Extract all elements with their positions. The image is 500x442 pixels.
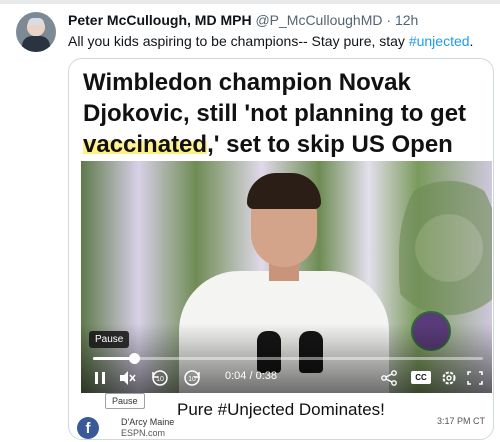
avatar[interactable] — [16, 12, 56, 52]
pause-button[interactable] — [93, 367, 109, 389]
avatar-suit — [22, 36, 50, 52]
forward-10-icon: 10 — [184, 370, 200, 386]
rewind-seconds: 10 — [156, 376, 164, 383]
facebook-icon[interactable]: f — [77, 417, 99, 439]
forward-seconds: 10 — [188, 376, 196, 383]
pause-icon — [95, 372, 105, 384]
pause-bubble: Pause — [105, 393, 145, 409]
hashtag-link[interactable]: #unjected — [409, 33, 470, 49]
video-player[interactable]: Pause 10 10 0:04 / 0:38 CC — [81, 161, 492, 393]
tweet-header: Peter McCullough, MD MPH @P_McCulloughMD… — [68, 12, 418, 28]
settings-button[interactable] — [439, 367, 459, 389]
media-card[interactable]: Wimbledon champion Novak Djokovic, still… — [68, 58, 494, 440]
tweet-text-after: . — [469, 33, 474, 49]
rewind-10-button[interactable]: 10 — [149, 367, 171, 389]
fullscreen-button[interactable] — [465, 367, 485, 389]
settings-icon — [442, 371, 456, 385]
share-button[interactable] — [379, 367, 399, 389]
progress-bar[interactable] — [93, 353, 483, 364]
top-border — [0, 0, 500, 4]
article-timestamp: 3:17 PM CT — [436, 416, 485, 426]
headline-highlight: vaccinated — [83, 131, 208, 158]
author-name[interactable]: Peter McCullough, MD MPH — [68, 12, 252, 28]
progress-knob[interactable] — [128, 353, 140, 364]
share-icon — [381, 370, 397, 386]
video-controls: 10 10 0:04 / 0:38 CC — [81, 365, 492, 391]
pause-tooltip: Pause — [89, 331, 130, 348]
card-headline: Wimbledon champion Novak Djokovic, still… — [83, 67, 483, 160]
cc-button[interactable]: CC — [411, 371, 431, 384]
headline-part-2: ,' set to skip US Open — [207, 131, 453, 158]
avatar-hair — [28, 18, 44, 25]
card-caption: Pure #Unjected Dominates! — [177, 400, 385, 419]
tweet-time[interactable]: 12h — [395, 12, 418, 28]
tweet-text-before: All you kids aspiring to be champions-- … — [68, 33, 409, 49]
time-readout: 0:04 / 0:38 — [225, 370, 277, 382]
progress-fill — [93, 357, 134, 360]
headline-part-1: Wimbledon champion Novak Djokovic, still… — [83, 69, 467, 127]
fullscreen-icon — [467, 371, 483, 385]
article-author: D'Arcy Maine — [121, 417, 175, 427]
rewind-10-icon: 10 — [152, 370, 168, 386]
article-source[interactable]: ESPN.com — [121, 428, 165, 438]
tweet-text: All you kids aspiring to be champions-- … — [68, 33, 473, 49]
forward-10-button[interactable]: 10 — [181, 367, 203, 389]
author-handle[interactable]: @P_McCulloughMD — [255, 12, 382, 28]
mute-button[interactable] — [117, 367, 137, 389]
mute-icon — [120, 371, 136, 385]
separator-dot: · — [386, 12, 392, 28]
